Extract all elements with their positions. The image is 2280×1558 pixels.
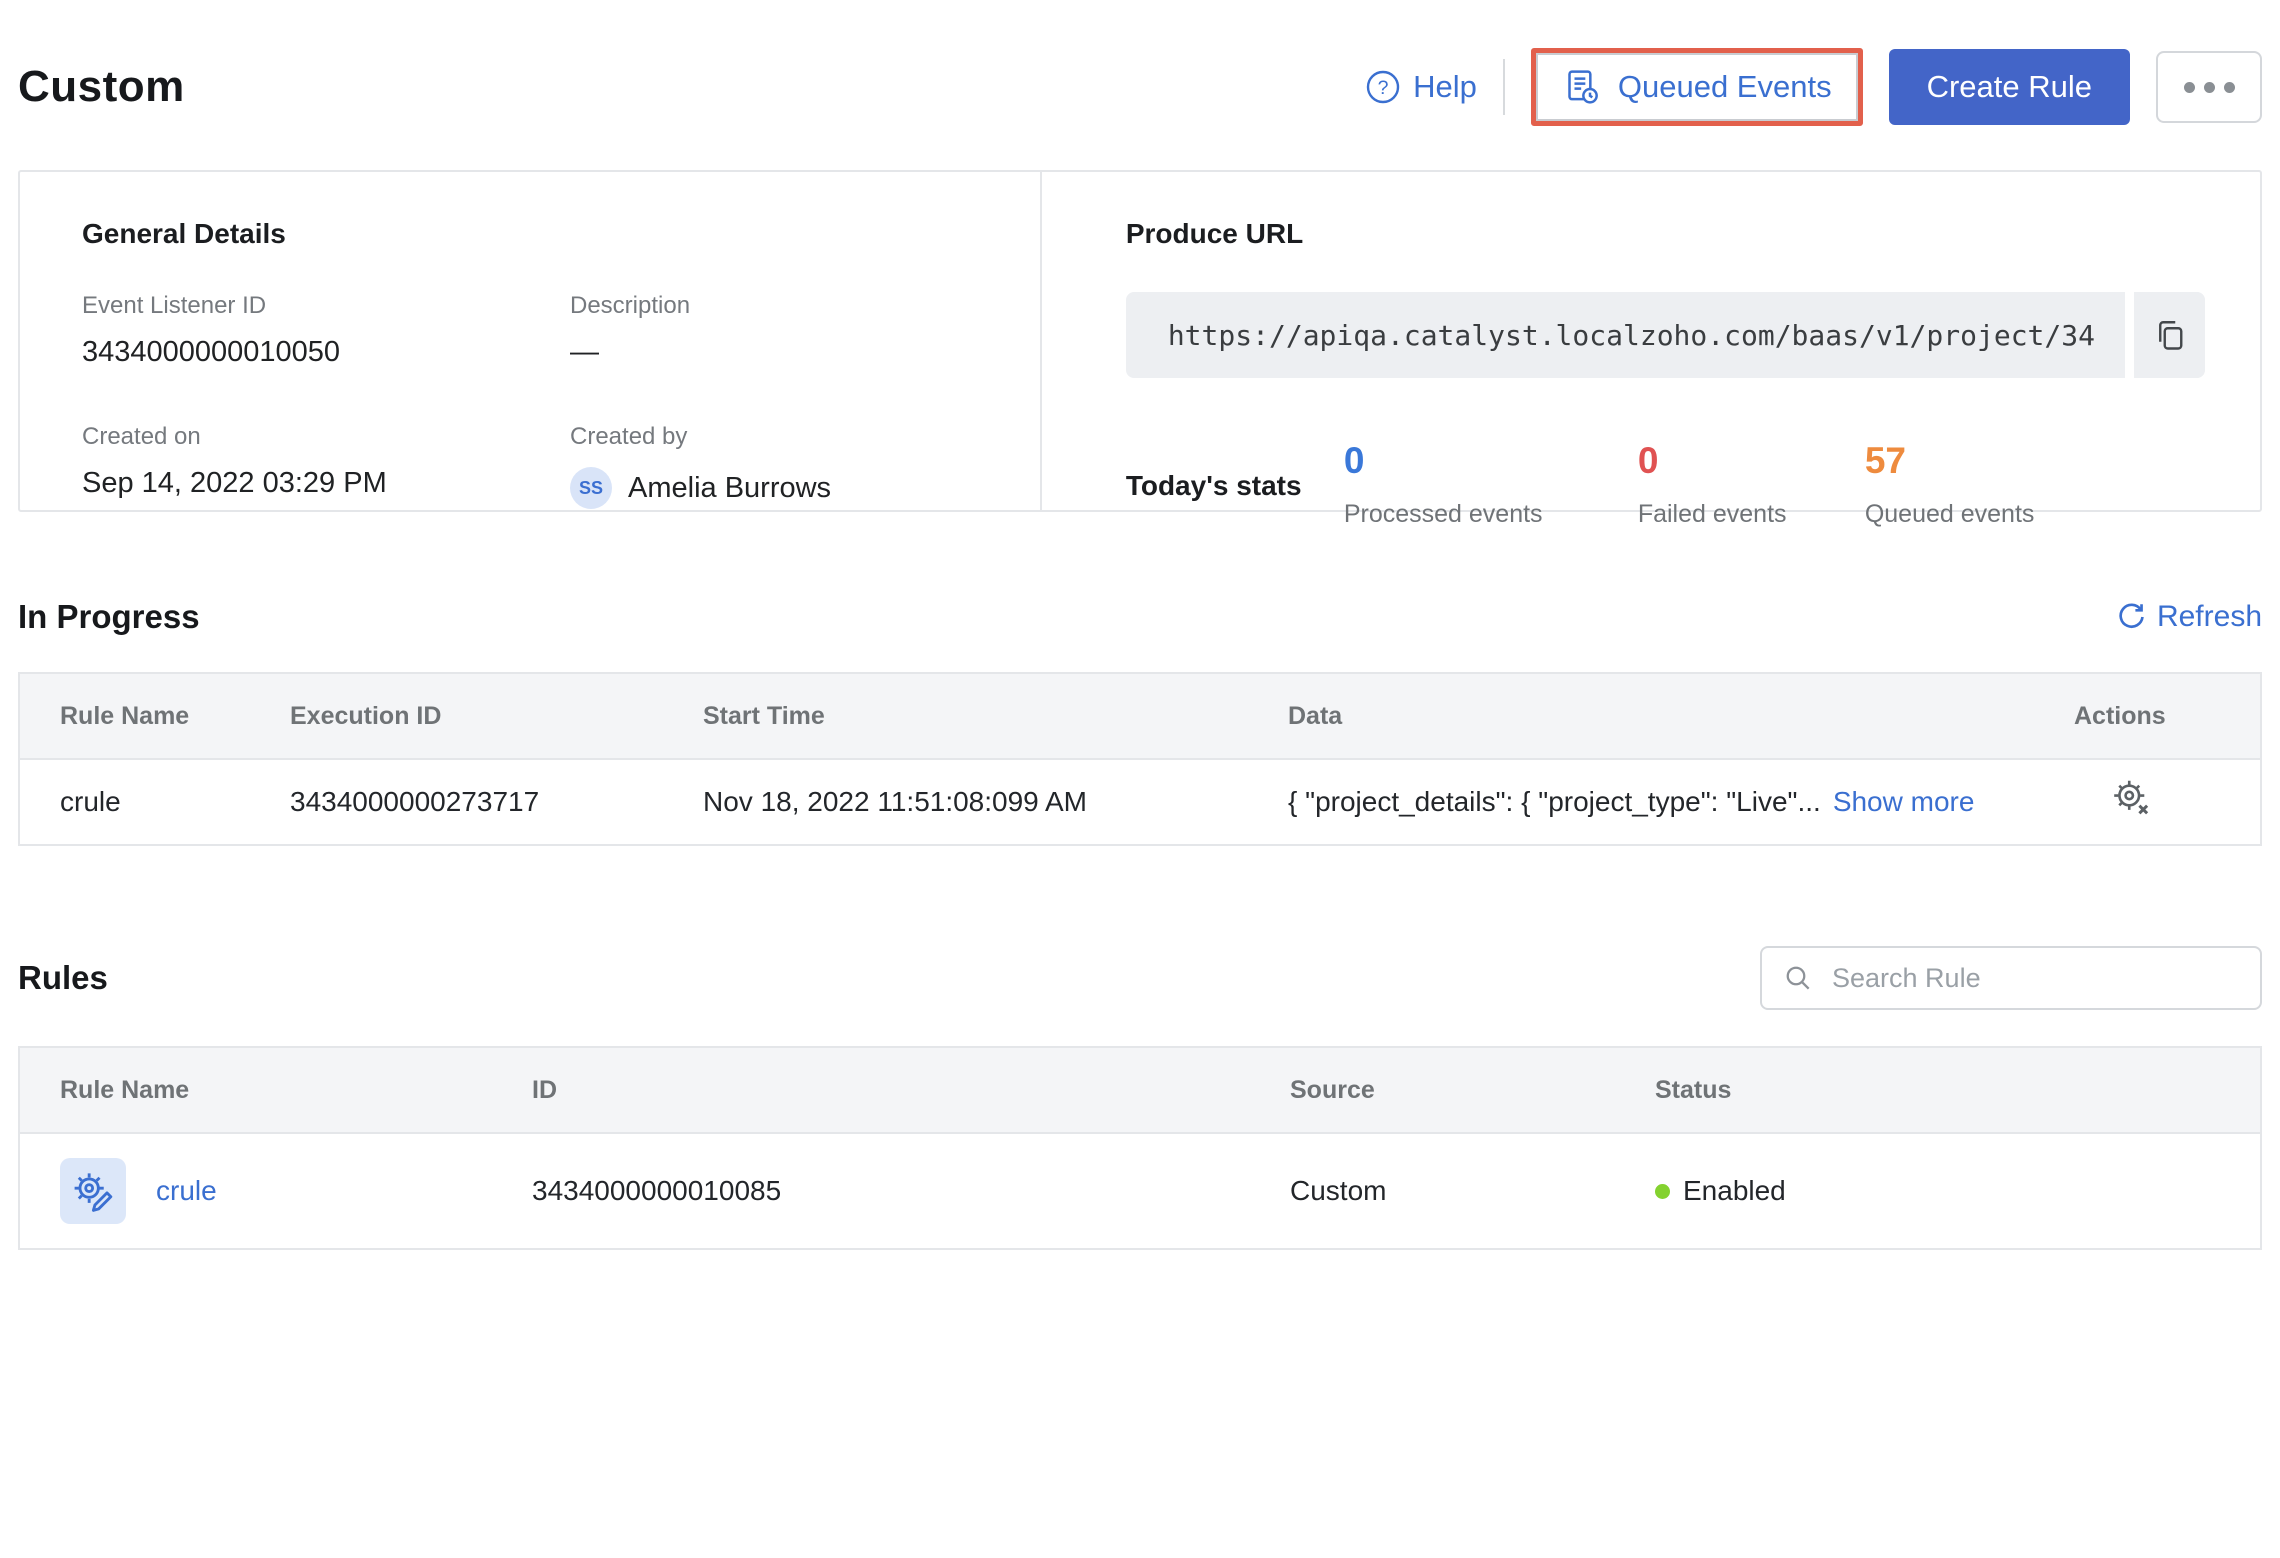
more-options-button[interactable] — [2156, 51, 2262, 123]
status-enabled-dot — [1655, 1183, 1670, 1199]
topbar-actions: ? Help Queued Events Create Rule — [1365, 48, 2262, 126]
help-link[interactable]: ? Help — [1365, 69, 1477, 105]
event-listener-id-label: Event Listener ID — [82, 292, 267, 319]
help-label: Help — [1413, 69, 1477, 104]
description-value: — — [570, 336, 599, 368]
todays-stats-heading: Today's stats — [1125, 470, 1302, 501]
stat-failed-events: 0 Failed events — [1638, 440, 1865, 529]
event-listener-id-value: 3434000000010050 — [82, 336, 341, 368]
help-icon: ? — [1366, 70, 1400, 104]
refresh-label: Refresh — [2156, 600, 2262, 633]
copy-icon — [2158, 321, 2182, 350]
field-created-by: Created by SS Amelia Burrows — [570, 423, 1000, 509]
queued-events-label-stat: Queued events — [1864, 500, 2035, 528]
processed-events-label: Processed events — [1343, 500, 1543, 528]
search-rule-box — [1760, 946, 2262, 1010]
in-progress-table-header: Rule Name Execution ID Start Time Data A… — [20, 674, 2260, 760]
stat-processed-events: 0 Processed events — [1344, 440, 1638, 529]
produce-url-box: https://apiqa.catalyst.localzoho.com/baa… — [1125, 292, 2205, 378]
rules-section: Rules Rule Name ID Source Status — [0, 946, 2280, 1250]
failed-events-label: Failed events — [1637, 500, 1787, 528]
field-created-on: Created on Sep 14, 2022 03:29 PM — [82, 423, 570, 509]
col-execution-id: Execution ID — [290, 701, 442, 730]
todays-stats: Today's stats 0 Processed events 0 Faile… — [1126, 440, 2205, 529]
processed-events-count: 0 — [1343, 440, 1365, 481]
cancel-execution-icon[interactable] — [2110, 778, 2152, 820]
created-by-value: Amelia Burrows — [628, 471, 832, 504]
details-card: General Details Event Listener ID 343400… — [18, 170, 2262, 528]
avatar: SS — [570, 467, 612, 509]
in-progress-section: In Progress Refresh Rule Name Execution … — [0, 598, 2280, 846]
refresh-link[interactable]: Refresh — [2115, 600, 2262, 634]
show-more-link[interactable]: Show more — [1833, 786, 1975, 818]
created-on-value: Sep 14, 2022 03:29 PM — [82, 467, 387, 499]
status-badge: Enabled — [1683, 1175, 1786, 1206]
search-rule-input[interactable] — [1830, 961, 2240, 995]
queued-events-count: 57 — [1864, 440, 1906, 481]
col-start-time: Start Time — [703, 701, 825, 730]
toolbar-divider — [1502, 59, 1505, 115]
col-actions: Actions — [2074, 701, 2166, 730]
cell-rule-name: crule — [20, 1158, 492, 1224]
field-event-listener-id: Event Listener ID 3434000000010050 — [82, 292, 570, 369]
stat-queued-events: 57 Queued events — [1865, 440, 2035, 529]
col-status: Status — [1655, 1075, 1732, 1104]
produce-url-pane: Produce URL https://apiqa.catalyst.local… — [1042, 172, 2260, 528]
col-id: ID — [532, 1075, 557, 1104]
general-details-pane: General Details Event Listener ID 343400… — [20, 172, 1042, 510]
refresh-icon — [2119, 603, 2144, 629]
queued-events-icon — [1568, 70, 1598, 104]
in-progress-heading: In Progress — [18, 598, 200, 635]
topbar: Custom ? Help Queued Events Create Rule — [18, 44, 2262, 130]
created-by-label: Created by — [570, 423, 688, 450]
field-description: Description — — [570, 292, 1000, 369]
col-data: Data — [1288, 701, 1343, 730]
ellipsis-icon — [2183, 81, 2195, 93]
col-rule-name: Rule Name — [60, 1075, 190, 1104]
failed-events-count: 0 — [1637, 440, 1659, 481]
rules-heading: Rules — [18, 959, 108, 996]
svg-text:?: ? — [1378, 77, 1389, 99]
cell-status: Enabled — [1615, 1175, 2260, 1207]
col-source: Source — [1290, 1075, 1375, 1104]
col-rule-name: Rule Name — [60, 701, 190, 730]
created-on-label: Created on — [82, 423, 201, 450]
page-title: Custom — [18, 62, 185, 111]
rule-link[interactable]: crule — [156, 1175, 217, 1207]
produce-url-heading: Produce URL — [1125, 218, 1304, 249]
create-rule-button[interactable]: Create Rule — [1888, 49, 2130, 125]
cell-rule-name: crule — [60, 786, 121, 817]
general-details-heading: General Details — [82, 218, 286, 249]
cell-data: { "project_details": { "project_type": "… — [1248, 786, 2034, 818]
in-progress-table: Rule Name Execution ID Start Time Data A… — [18, 672, 2262, 846]
rule-gear-pencil-icon — [74, 1173, 113, 1212]
rules-table-header: Rule Name ID Source Status — [20, 1048, 2260, 1134]
data-preview: { "project_details": { "project_type": "… — [1288, 786, 1821, 817]
cell-actions — [2034, 778, 2260, 827]
page: Custom ? Help Queued Events Create Rule … — [0, 44, 2280, 1250]
cell-source: Custom — [1290, 1175, 1387, 1206]
produce-url-value: https://apiqa.catalyst.localzoho.com/baa… — [1167, 318, 2095, 352]
description-label: Description — [570, 292, 691, 319]
search-icon — [1786, 966, 1810, 990]
rules-table: Rule Name ID Source Status crule 3434000… — [18, 1046, 2262, 1250]
cell-start-time: Nov 18, 2022 11:51:08:099 AM — [703, 786, 1087, 817]
table-row: crule 3434000000010085 Custom Enabled — [20, 1134, 2260, 1248]
cell-id: 3434000000010085 — [532, 1175, 782, 1206]
queued-events-label: Queued Events — [1617, 69, 1832, 104]
queued-events-button[interactable]: Queued Events — [1530, 48, 1863, 126]
table-row: crule 3434000000273717 Nov 18, 2022 11:5… — [20, 760, 2260, 844]
copy-url-button[interactable] — [2125, 292, 2205, 378]
rule-icon-badge — [60, 1158, 126, 1224]
cell-execution-id: 3434000000273717 — [290, 786, 540, 817]
